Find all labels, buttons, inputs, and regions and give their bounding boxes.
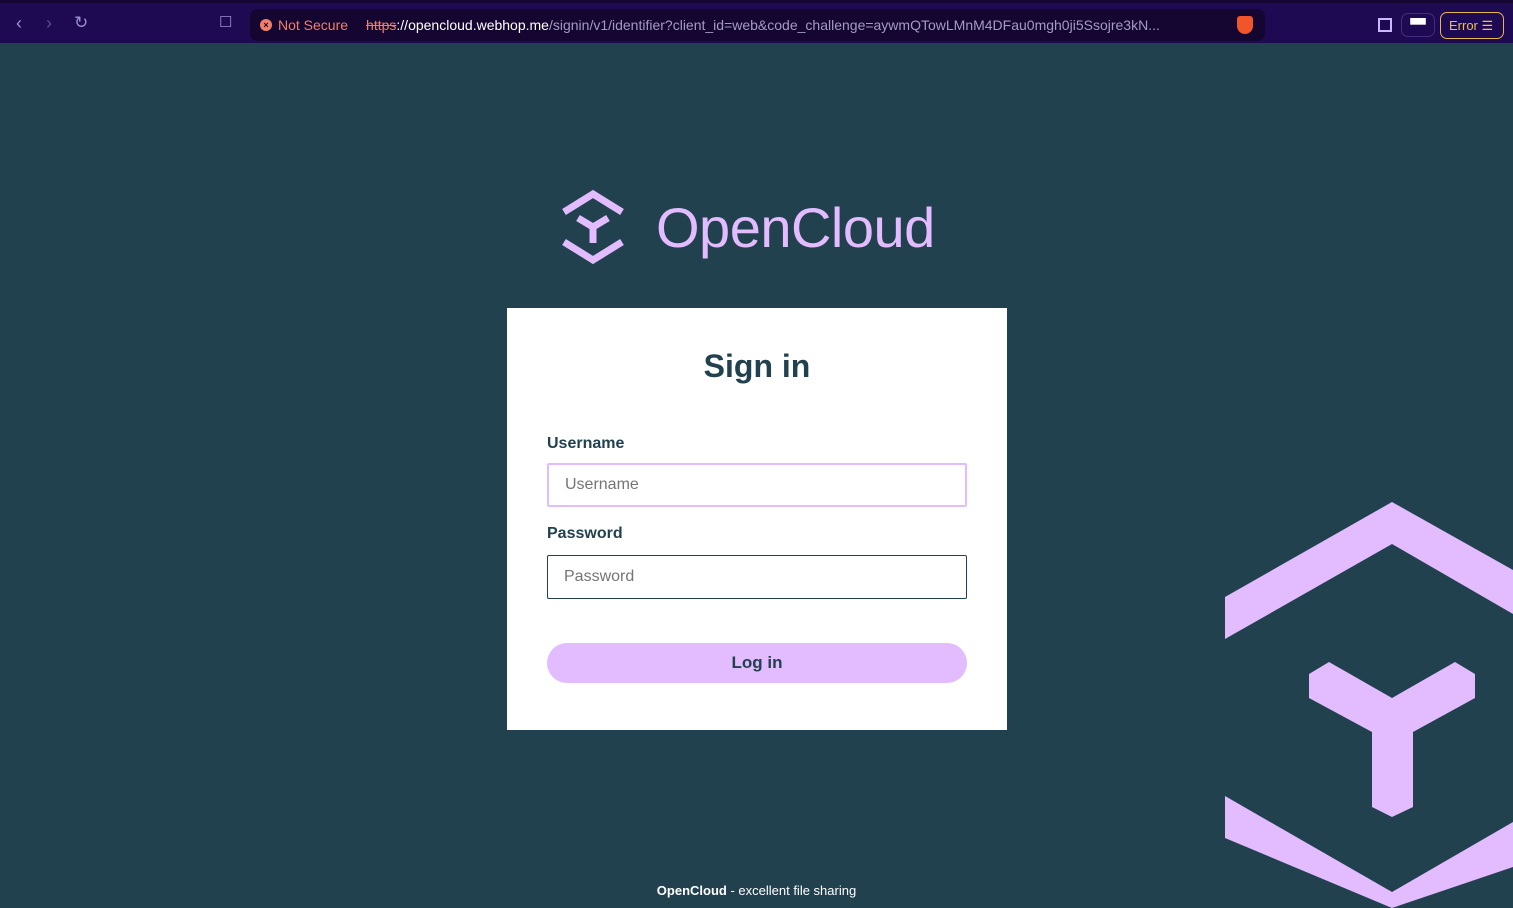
not-secure-badge[interactable]: × Not Secure (260, 17, 348, 33)
browser-toolbar: ‹ › ↻ ☐ × Not Secure https://opencloud.we… (0, 0, 1513, 43)
opencloud-logo: OpenCloud (558, 186, 935, 268)
username-label: Username (547, 435, 625, 452)
password-label: Password (547, 525, 623, 542)
warning-icon: × (260, 19, 272, 31)
error-menu-button[interactable]: Error ☰ (1440, 12, 1504, 39)
username-input[interactable] (547, 463, 967, 507)
footer-tagline: - excellent file sharing (726, 883, 857, 898)
url-host: ://opencloud.webhop.me (396, 17, 549, 33)
login-button[interactable]: Log in (547, 643, 967, 683)
address-bar[interactable]: × Not Secure https://opencloud.webhop.me /… (250, 9, 1265, 41)
error-label: Error (1449, 18, 1478, 33)
footer-brand: OpenCloud (656, 883, 727, 898)
bookmark-icon[interactable]: ☐ (219, 13, 232, 31)
back-icon[interactable]: ‹ (16, 13, 22, 34)
page-title: Sign in (703, 348, 811, 384)
sign-in-card: Sign in Username Password Log in (507, 308, 1007, 730)
url-scheme: https (366, 17, 397, 33)
forward-icon[interactable]: › (46, 13, 52, 34)
footer: OpenCloud - excellent file sharing (0, 883, 1513, 898)
sidebar-icon[interactable] (1378, 18, 1392, 32)
background-hex-logo-icon (1225, 502, 1513, 908)
password-input[interactable] (547, 555, 967, 599)
url-path: /signin/v1/identifier?client_id=web&code… (548, 17, 1160, 33)
logo-text: OpenCloud (656, 195, 935, 259)
not-secure-label: Not Secure (278, 17, 349, 33)
private-glasses-icon[interactable]: ▀▀ (1401, 13, 1435, 37)
opencloud-hex-icon (562, 189, 624, 265)
reload-icon[interactable]: ↻ (74, 13, 88, 33)
brave-shield-icon[interactable] (1237, 16, 1253, 34)
